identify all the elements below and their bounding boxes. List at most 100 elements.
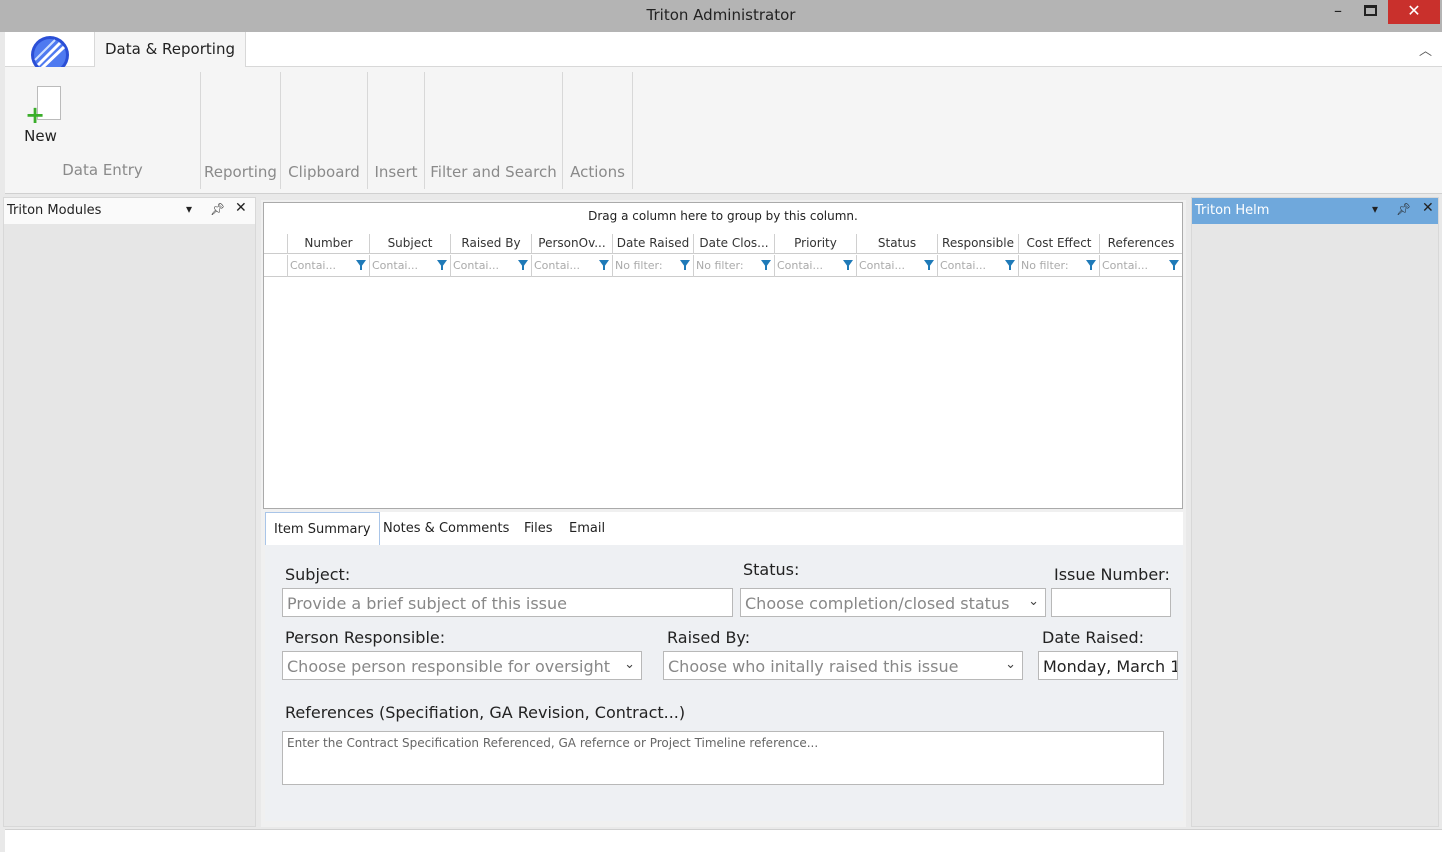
filter-cell[interactable]: No filter: (694, 255, 775, 277)
filter-cell[interactable]: Contai... (288, 255, 370, 277)
filter-icon[interactable] (680, 260, 690, 270)
subject-input[interactable]: Provide a brief subject of this issue (282, 588, 733, 617)
plus-icon: + (25, 101, 46, 129)
filter-cell[interactable]: Contai... (775, 255, 857, 277)
pin-icon[interactable]: 📌︎ (1396, 202, 1411, 216)
status-placeholder: Choose completion/closed status (745, 594, 1010, 613)
column-header[interactable]: Raised By (451, 234, 532, 254)
issue-number-input[interactable] (1051, 588, 1171, 617)
ribbon-group-clipboard: Clipboard (281, 72, 368, 189)
person-responsible-select[interactable]: Choose person responsible for oversight … (282, 651, 642, 680)
filter-cell[interactable]: Contai... (938, 255, 1019, 277)
tab-notes-comments[interactable]: Notes & Comments (375, 512, 517, 545)
filter-icon[interactable] (761, 260, 771, 270)
filter-text: Contai... (777, 259, 823, 272)
filter-cell[interactable]: Contai... (532, 255, 613, 277)
new-button[interactable]: + New (13, 82, 68, 148)
chevron-down-icon: ⌄ (624, 657, 635, 672)
chevron-up-icon[interactable]: ︿ (1419, 40, 1432, 59)
filter-text: Contai... (940, 259, 986, 272)
raised-by-label: Raised By: (667, 628, 751, 647)
ribbon-group-actions: Actions (563, 72, 633, 189)
column-header[interactable]: References (1100, 234, 1182, 254)
panel-title: Triton Modules (7, 203, 102, 218)
filter-icon[interactable] (437, 260, 447, 270)
filter-cell[interactable]: No filter: (1019, 255, 1100, 277)
filter-icon[interactable] (1169, 260, 1179, 270)
issues-grid: Drag a column here to group by this colu… (263, 202, 1183, 509)
filter-cell[interactable]: Contai... (857, 255, 938, 277)
ribbon: + New Data Entry Reporting Clipboard Ins… (5, 67, 1442, 194)
ribbon-group-reporting: Reporting (201, 72, 281, 189)
group-panel-hint[interactable]: Drag a column here to group by this colu… (264, 209, 1182, 223)
references-textarea[interactable]: Enter the Contract Specification Referen… (282, 731, 1164, 785)
close-icon[interactable]: ✕ (235, 200, 247, 216)
filter-icon[interactable] (599, 260, 609, 270)
window-title: Triton Administrator (646, 6, 796, 24)
filter-icon[interactable] (518, 260, 528, 270)
group-label-clipboard: Clipboard (288, 163, 360, 181)
tab-files[interactable]: Files (516, 512, 561, 545)
filter-text: Contai... (534, 259, 580, 272)
filter-cell[interactable]: Contai... (1100, 255, 1182, 277)
pin-icon[interactable]: 📌︎ (210, 202, 225, 216)
filter-icon[interactable] (843, 260, 853, 270)
new-button-label: New (24, 127, 57, 145)
filter-icon[interactable] (356, 260, 366, 270)
chevron-down-icon: ⌄ (1028, 594, 1039, 609)
triton-helm-panel: Triton Helm ▾ 📌︎ ✕ (1191, 197, 1439, 827)
close-icon[interactable]: ✕ (1422, 200, 1434, 216)
column-header[interactable]: Responsible (938, 234, 1019, 254)
column-header[interactable]: PersonOv... (532, 234, 613, 254)
person-responsible-label: Person Responsible: (285, 628, 446, 647)
references-label: References (Specifiation, GA Revision, C… (285, 703, 686, 722)
date-raised-input[interactable]: Monday, March 1 (1038, 651, 1178, 680)
tab-item-summary[interactable]: Item Summary (265, 512, 380, 545)
tab-email[interactable]: Email (561, 512, 613, 545)
column-header[interactable]: Status (857, 234, 938, 254)
column-header[interactable]: Number (288, 234, 370, 254)
filter-row: Contai... Contai... Contai... Contai... … (264, 255, 1182, 277)
detail-tab-bar: Item Summary Notes & Comments Files Emai… (265, 512, 1183, 545)
group-label-insert: Insert (374, 163, 418, 181)
maximize-icon (1363, 5, 1377, 16)
raised-by-placeholder: Choose who initally raised this issue (668, 657, 959, 676)
issue-number-label: Issue Number: (1054, 565, 1170, 584)
dropdown-icon[interactable]: ▾ (186, 202, 192, 216)
close-button[interactable]: ✕ (1388, 0, 1440, 24)
filter-cell[interactable]: Contai... (370, 255, 451, 277)
column-header[interactable]: Cost Effect (1019, 234, 1100, 254)
maximize-button[interactable] (1357, 0, 1383, 24)
filter-text: No filter: (696, 259, 744, 272)
column-header[interactable]: Date Raised (613, 234, 694, 254)
column-header[interactable]: Subject (370, 234, 451, 254)
filter-row-indicator (264, 255, 288, 277)
filter-text: Contai... (290, 259, 336, 272)
filter-text: Contai... (1102, 259, 1148, 272)
status-select[interactable]: Choose completion/closed status ⌄ (740, 588, 1046, 617)
group-label-actions: Actions (570, 163, 625, 181)
panel-title: Triton Helm (1195, 203, 1270, 218)
filter-cell[interactable]: No filter: (613, 255, 694, 277)
column-header[interactable]: Date Clos... (694, 234, 775, 254)
panel-header: Triton Helm ▾ 📌︎ ✕ (1192, 198, 1438, 224)
filter-text: No filter: (615, 259, 663, 272)
raised-by-select[interactable]: Choose who initally raised this issue ⌄ (663, 651, 1023, 680)
filter-text: Contai... (453, 259, 499, 272)
column-header[interactable]: Priority (775, 234, 857, 254)
ribbon-group-insert: Insert (368, 72, 425, 189)
filter-icon[interactable] (924, 260, 934, 270)
ribbon-tab-bar: Data & Reporting ︿ (5, 32, 1442, 74)
filter-icon[interactable] (1086, 260, 1096, 270)
ribbon-group-filter-search: Filter and Search (425, 72, 563, 189)
minimize-button[interactable]: – (1326, 0, 1350, 24)
triton-modules-panel: Triton Modules ▾ 📌︎ ✕ (3, 197, 256, 827)
grid-header: Number Subject Raised By PersonOv... Dat… (264, 234, 1182, 254)
date-raised-label: Date Raised: (1042, 628, 1145, 647)
title-bar: Triton Administrator – ✕ (0, 0, 1442, 32)
dropdown-icon[interactable]: ▾ (1372, 202, 1378, 216)
filter-icon[interactable] (1005, 260, 1015, 270)
tab-data-reporting[interactable]: Data & Reporting (94, 32, 246, 67)
group-label-reporting: Reporting (204, 163, 277, 181)
filter-cell[interactable]: Contai... (451, 255, 532, 277)
